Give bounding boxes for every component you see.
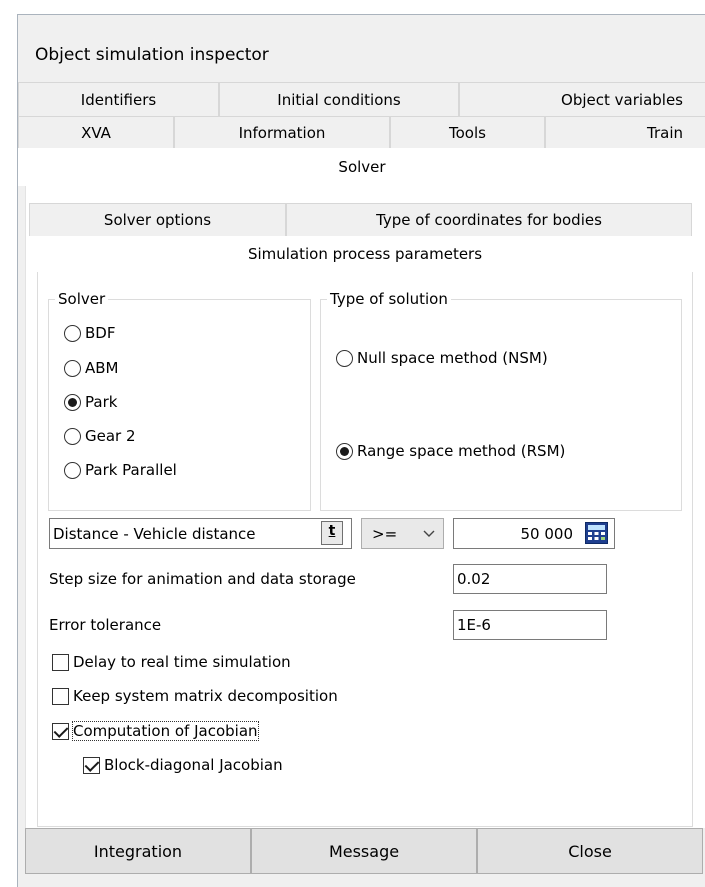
radio-range-space-method[interactable]: Range space method (RSM): [336, 442, 565, 460]
step-size-input[interactable]: 0.02: [453, 564, 607, 594]
solution-group-title: Type of solution: [327, 289, 451, 309]
subtab-simulation-process-parameters[interactable]: Simulation process parameters: [37, 236, 693, 272]
checkbox-keep-indicator: [52, 687, 69, 705]
subtab-type-of-coordinates[interactable]: Type of coordinates for bodies: [286, 203, 692, 236]
window-title: Object simulation inspector: [35, 45, 269, 65]
checkbox-delay-indicator: [52, 653, 69, 671]
tab-object-variables[interactable]: Object variables: [459, 82, 705, 116]
radio-park-parallel[interactable]: Park Parallel: [64, 461, 177, 479]
solver-group-title: Solver: [55, 289, 109, 309]
radio-abm-indicator: [64, 359, 81, 377]
radio-park[interactable]: Park: [64, 393, 117, 411]
operator-select[interactable]: >=: [361, 518, 444, 549]
type-of-solution-groupbox: Type of solution: [320, 289, 682, 511]
inspector-window: Object simulation inspector Identifiers …: [17, 14, 705, 887]
integration-button[interactable]: Integration: [25, 828, 251, 874]
error-tolerance-label: Error tolerance: [49, 616, 162, 634]
radio-gear-2-indicator: [64, 427, 81, 445]
chevron-down-icon: [423, 530, 435, 537]
error-tolerance-input[interactable]: 1E-6: [453, 610, 607, 640]
radio-bdf[interactable]: BDF: [64, 324, 115, 342]
variable-select-button[interactable]: t: [321, 521, 343, 545]
radio-null-space-method[interactable]: Null space method (NSM): [336, 349, 548, 367]
checkbox-delay-real-time[interactable]: Delay to real time simulation: [52, 653, 291, 671]
radio-abm[interactable]: ABM: [64, 359, 119, 377]
calculator-icon[interactable]: [585, 522, 608, 544]
tab-solver[interactable]: Solver: [18, 148, 705, 186]
tab-identifiers[interactable]: Identifiers: [18, 82, 219, 116]
message-button[interactable]: Message: [251, 828, 477, 874]
radio-gear-2[interactable]: Gear 2: [64, 427, 136, 445]
subtab-solver-options[interactable]: Solver options: [29, 203, 286, 236]
radio-bdf-indicator: [64, 324, 81, 342]
checkbox-jacobian-indicator: [52, 722, 69, 740]
radio-park-parallel-indicator: [64, 461, 81, 479]
checkbox-computation-of-jacobian[interactable]: Computation of Jacobian: [52, 721, 259, 741]
radio-rsm-indicator: [336, 442, 353, 460]
step-size-label: Step size for animation and data storage: [49, 570, 356, 588]
checkbox-block-diagonal-jacobian[interactable]: Block-diagonal Jacobian: [83, 756, 283, 774]
tab-initial-conditions[interactable]: Initial conditions: [219, 82, 459, 116]
tab-information[interactable]: Information: [174, 116, 390, 148]
radio-nsm-indicator: [336, 349, 353, 367]
tab-tools[interactable]: Tools: [390, 116, 545, 148]
tab-xva[interactable]: XVA: [18, 116, 174, 148]
checkbox-block-diagonal-indicator: [83, 756, 100, 774]
radio-park-indicator: [64, 393, 81, 411]
tab-train[interactable]: Train: [545, 116, 705, 148]
close-button[interactable]: Close: [477, 828, 703, 874]
stop-variable-field[interactable]: Distance - Vehicle distance: [49, 518, 352, 549]
checkbox-keep-matrix-decomposition[interactable]: Keep system matrix decomposition: [52, 687, 338, 705]
